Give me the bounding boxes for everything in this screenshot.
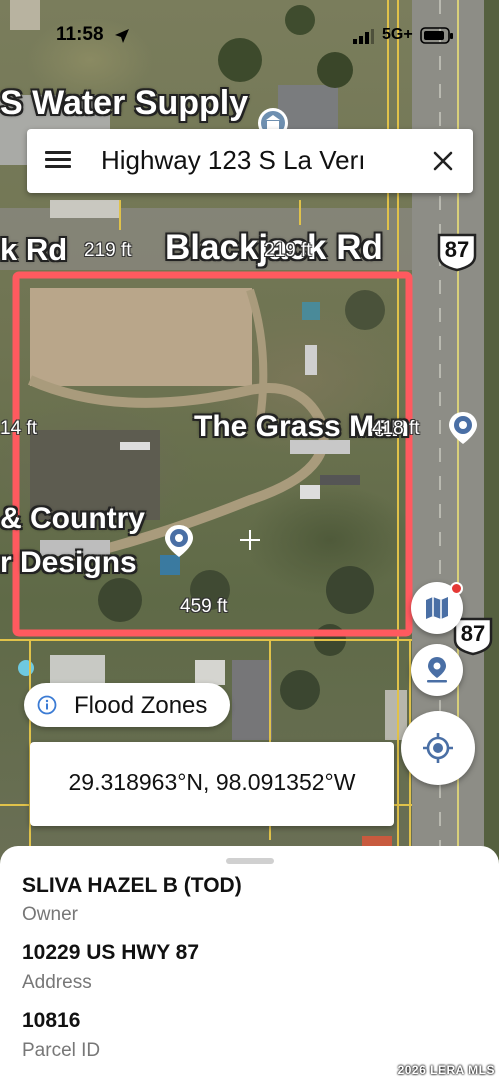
parcel-id-value: 10816 [22, 1009, 81, 1032]
map-label-country: & Country [0, 502, 145, 535]
search-query[interactable]: Highway 123 S La Verı [101, 145, 429, 176]
address-label: Address [22, 972, 92, 993]
coordinates-box[interactable]: 29.318963°N, 98.091352°W [30, 742, 394, 826]
map-label-designs: r Designs [0, 546, 137, 579]
dimension-label-bottom: 459 ft [180, 596, 228, 617]
dimension-label-top-left: 219 ft [84, 240, 132, 261]
gps-crosshair-icon [423, 733, 453, 763]
parcel-info-sheet[interactable]: SLIVA HAZEL B (TOD) Owner 10229 US HWY 8… [0, 846, 499, 1080]
highway-shield-number: 87 [460, 621, 486, 646]
coordinates-text: 29.318963°N, 98.091352°W [68, 769, 356, 795]
hamburger-menu-icon[interactable] [45, 147, 71, 175]
flood-zones-chip[interactable]: Flood Zones [24, 683, 230, 727]
parcel-id-label: Parcel ID [22, 1040, 101, 1061]
map-label-blackjack-rd-left: k Rd [0, 232, 68, 267]
status-bar: 11:58 5G+ [0, 0, 499, 72]
status-time: 11:58 [56, 24, 104, 45]
owner-value: SLIVA HAZEL B (TOD) [22, 874, 242, 897]
close-icon[interactable] [425, 143, 461, 179]
map-label-water-supply: S Water Supply [0, 84, 249, 122]
map-pin-icon[interactable] [446, 410, 480, 446]
sheet-drag-handle[interactable] [226, 858, 274, 864]
dimension-label-left: 14 ft [0, 418, 37, 439]
locate-pin-button[interactable] [411, 644, 463, 696]
owner-label: Owner [22, 904, 78, 925]
network-type: 5G+ [382, 26, 413, 43]
notification-dot [450, 582, 463, 595]
gps-location-button[interactable] [401, 711, 475, 785]
location-arrow-icon [115, 29, 129, 43]
map-layers-button[interactable] [411, 582, 463, 634]
flood-zones-label: Flood Zones [74, 692, 208, 719]
dimension-label-top-right: 219 ft [264, 240, 312, 261]
signal-bars-icon [353, 29, 374, 44]
watermark: 2026 LERA MLS [397, 1063, 495, 1077]
battery-icon [420, 27, 453, 44]
address-value: 10229 US HWY 87 [22, 941, 200, 964]
dimension-label-right: 418 ft [372, 418, 420, 439]
info-icon [37, 695, 57, 715]
map-layers-icon [426, 597, 448, 619]
highway-shield-number: 87 [444, 237, 470, 262]
search-bar[interactable]: Highway 123 S La Verı [27, 129, 473, 193]
pin-location-icon [427, 657, 447, 683]
map-pin-icon[interactable] [162, 523, 196, 559]
highway-shield-87-top: 87 [436, 232, 478, 272]
